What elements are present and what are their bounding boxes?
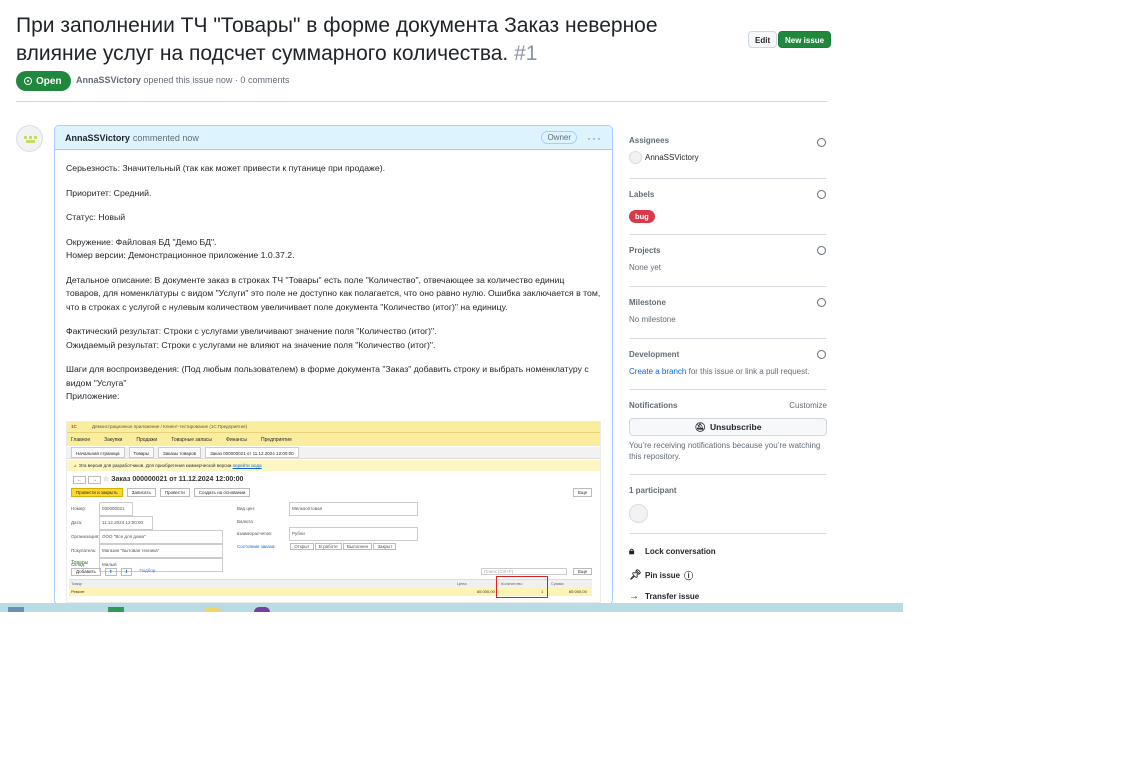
gear-icon[interactable] <box>817 138 826 147</box>
sidebar-divider <box>629 234 827 235</box>
issue-opened-icon <box>24 77 32 85</box>
app-titlebar: 1С Демонстрационное приложение / Клиент-… <box>67 422 600 432</box>
new-issue-button[interactable]: New issue <box>778 31 832 48</box>
transfer-issue[interactable]: → Transfer issue <box>629 591 827 602</box>
menu-stock[interactable]: Товарные запасы <box>171 433 212 446</box>
issue-meta: AnnaSSVictory opened this issue now · 0 … <box>76 75 289 85</box>
app-icon[interactable] <box>204 607 220 612</box>
development-text: for this issue or link a pull request. <box>688 367 810 376</box>
more-button[interactable]: Еще <box>573 488 593 497</box>
status-badge: Open <box>16 71 71 91</box>
projects-label: Projects <box>629 246 661 255</box>
bell-slash-icon: 🔕︎ <box>694 421 706 432</box>
sidebar-divider <box>629 389 827 390</box>
avatar[interactable] <box>629 504 648 523</box>
milestone-value: No milestone <box>629 315 676 324</box>
identicon-icon <box>24 136 37 143</box>
development-label: Development <box>629 350 680 359</box>
lock-conversation[interactable]: 🔒︎ Lock conversation <box>629 546 827 557</box>
results-text: Фактический результат: Строки с услугами… <box>66 326 437 350</box>
comment-header: AnnaSSVictory commented now Owner ··· <box>55 126 612 150</box>
comment-body: Серьезность: Значительный (так как может… <box>55 150 612 416</box>
table-toolbar: Добавить ⬆ ⬇ Подбор <box>71 568 158 576</box>
milestone-label: Milestone <box>629 298 666 307</box>
app-tabs: Начальная страница Товары Заказы товаров… <box>67 447 600 459</box>
menu-main[interactable]: Главное <box>71 433 90 446</box>
sidebar-divider <box>629 286 827 287</box>
edit-button[interactable]: Edit <box>748 31 778 48</box>
table-search[interactable]: Поиск (Ctrl+F) <box>481 568 567 575</box>
lock-icon: 🔒︎ <box>629 546 635 557</box>
app-icon[interactable] <box>108 607 124 612</box>
arrow-right-icon: → <box>629 591 639 602</box>
issue-number: #1 <box>514 42 538 65</box>
gear-icon[interactable] <box>817 190 826 199</box>
participants-label: 1 participant <box>629 486 677 495</box>
status-text: Статус: Новый <box>66 212 126 222</box>
menu-enterprise[interactable]: Предприятие <box>261 433 292 446</box>
gear-icon[interactable] <box>817 298 826 307</box>
sidebar-divider <box>629 338 827 339</box>
comment-time[interactable]: commented now <box>133 133 199 143</box>
sidebar-divider <box>629 178 827 179</box>
avatar[interactable] <box>16 125 43 152</box>
milestone-section: Milestone No milestone <box>629 298 827 324</box>
pin-icon: 📌︎ <box>629 570 642 581</box>
labels-section: Labels bug <box>629 190 827 224</box>
menu-finance[interactable]: Финансы <box>226 433 247 446</box>
labels-label: Labels <box>629 190 655 199</box>
gear-icon[interactable] <box>817 350 826 359</box>
projects-section: Projects None yet <box>629 246 827 272</box>
attachment-image[interactable]: 1С Демонстрационное приложение / Клиент-… <box>66 421 601 603</box>
pin-issue[interactable]: 📌︎ Pin issue ⓘ <box>629 569 827 582</box>
menu-sales[interactable]: Продажи <box>136 433 157 446</box>
notifications-section: Notifications Customize <box>629 401 827 410</box>
highlight-box <box>496 576 548 598</box>
info-icon: ⓘ <box>684 571 694 581</box>
status-label: Open <box>36 75 62 87</box>
app-icon[interactable] <box>254 607 270 612</box>
priority-text: Приоритет: Средний. <box>66 187 152 198</box>
unsubscribe-button[interactable]: 🔕︎ Unsubscribe <box>629 418 827 436</box>
create-branch-link[interactable]: Create a branch <box>629 367 686 376</box>
doc-title: ← → ☆ Заказ 000000021 от 11.12.2024 12:0… <box>73 475 243 484</box>
assignee-item[interactable]: AnnaSSVictory <box>629 151 827 164</box>
issue-title-text: При заполнении ТЧ "Товары" в форме докум… <box>16 14 658 65</box>
app-menu: Главное Закупки Продажи Товарные запасы … <box>67 432 600 446</box>
projects-value: None yet <box>629 263 662 272</box>
author-link[interactable]: AnnaSSVictory <box>76 75 141 85</box>
environment-text: Окружение: Файловая БД "Демо БД". Номер в… <box>66 236 295 261</box>
dev-banner: ▲ Эта версия для разработчиков. Для прио… <box>67 460 600 471</box>
window-icon[interactable] <box>8 607 24 612</box>
bug-label[interactable]: bug <box>629 210 655 223</box>
sidebar-divider <box>629 533 827 534</box>
assignees-section: Assignees AnnaSSVictory <box>629 136 827 164</box>
meta-text: opened this issue now · 0 comments <box>143 75 290 85</box>
doc-fields-right: Вид цен: Мелкооптовая Валюта взаиморасчет… <box>237 502 418 553</box>
comment-author[interactable]: AnnaSSVictory <box>65 133 130 143</box>
assignees-label: Assignees <box>629 136 670 145</box>
doc-fields-left: Номер: 000000021 Дата: 11.12.2024 12:00:00… <box>71 502 223 572</box>
severity-text: Серьезность: Значительный (так как может… <box>66 163 386 173</box>
avatar <box>629 151 642 164</box>
kebab-menu-icon[interactable]: ··· <box>587 131 602 145</box>
gear-icon[interactable] <box>817 246 826 255</box>
steps-text: Шаги для воспроизведения: (Под любым пол… <box>66 364 589 401</box>
doc-buttons: Провести и закрыть Записать Провести Соз… <box>71 488 251 497</box>
taskbar <box>0 603 903 612</box>
table-more-button[interactable]: Еще <box>573 568 593 575</box>
header-divider <box>16 101 827 102</box>
menu-purchases[interactable]: Закупки <box>104 433 122 446</box>
products-section-title: Товары <box>71 560 89 566</box>
owner-badge: Owner <box>541 131 577 144</box>
sidebar-divider <box>629 474 827 475</box>
issue-title: При заполнении ТЧ "Товары" в форме докум… <box>16 12 716 68</box>
notifications-text: You’re receiving notifications because y… <box>629 441 821 461</box>
participants-section: 1 participant <box>629 486 827 523</box>
customize-link[interactable]: Customize <box>789 401 827 410</box>
description-text: Детальное описание: В документе заказ в … <box>66 274 601 312</box>
development-section: Development Create a branch for this iss… <box>629 350 827 376</box>
